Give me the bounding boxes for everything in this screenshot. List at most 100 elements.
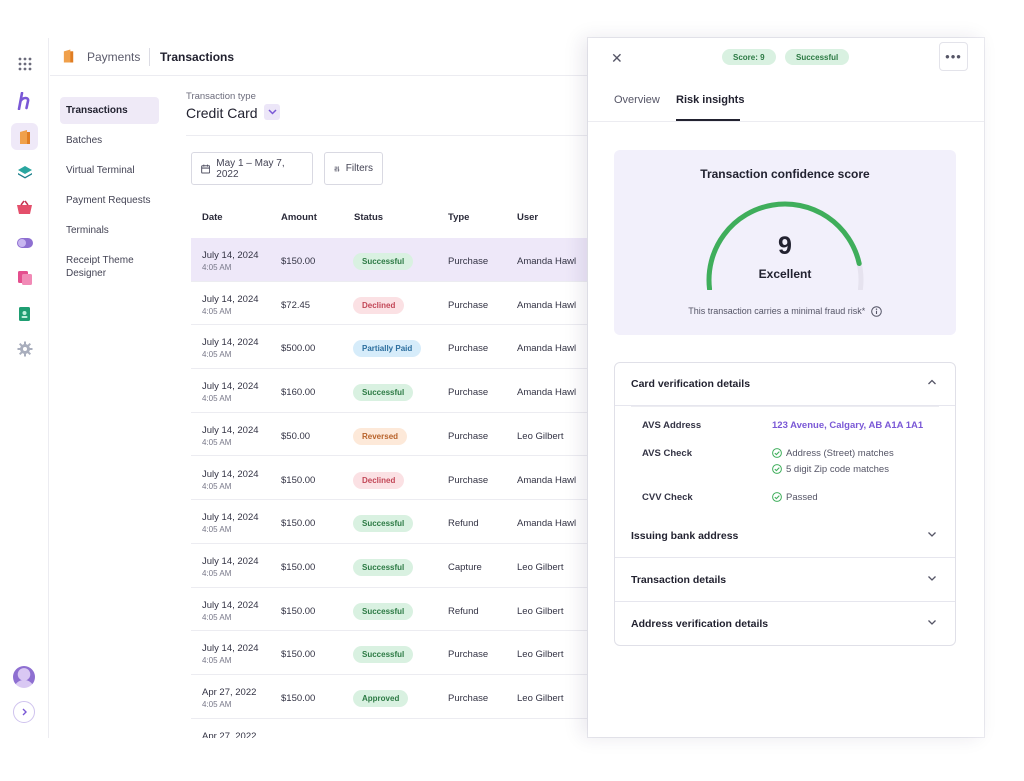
cell-user: Amanda Hawl [517, 299, 577, 311]
subnav-item-receipt-theme-designer[interactable]: Receipt Theme Designer [60, 247, 159, 287]
subnav-item-payment-requests[interactable]: Payment Requests [60, 187, 159, 214]
cell-type: Purchase [448, 474, 489, 486]
table-row[interactable]: July 14, 2024 4:05 AM $150.00 Successful Cap… [191, 544, 587, 588]
basket-icon[interactable] [11, 194, 38, 221]
avs-address-value[interactable]: 123 Avenue, Calgary, AB A1A 1A1 [772, 420, 923, 431]
transaction-type-label: Transaction type [186, 91, 256, 102]
table-row[interactable]: July 14, 2024 4:05 AM $150.00 Successful Ref… [191, 500, 587, 544]
transaction-type-value[interactable]: Credit Card [186, 105, 258, 121]
table-row[interactable]: Apr 27, 2022 [191, 719, 587, 738]
accordion-issuing-bank-address[interactable]: Issuing bank address [615, 515, 955, 558]
accordion-card-verification[interactable]: Card verification details [615, 363, 955, 406]
expand-sidebar-button[interactable] [13, 701, 35, 723]
cell-date: July 14, 2024 4:05 AM [202, 381, 259, 405]
table-row[interactable]: July 14, 2024 4:05 AM $150.00 Successful Ref… [191, 588, 587, 632]
payments-icon [62, 48, 75, 69]
tab-risk-insights[interactable]: Risk insights [676, 94, 744, 106]
cell-date-time: 4:05 AM [202, 612, 232, 622]
table-row[interactable]: July 14, 2024 4:05 AM $160.00 Successful Pur… [191, 369, 587, 413]
table-row[interactable]: July 14, 2024 4:05 AM $500.00 Partially Pai… [191, 325, 587, 370]
divider [631, 406, 939, 407]
cell-amount: $150.00 [281, 693, 316, 704]
avatar[interactable] [13, 666, 35, 688]
cell-type: Purchase [448, 256, 489, 267]
cell-date-time: 4:05 AM [202, 525, 232, 535]
cell-user: Amanda Hawl [517, 387, 577, 399]
cell-date: July 14, 2024 4:05 AM [202, 556, 259, 580]
toggle-icon[interactable] [11, 229, 38, 256]
transaction-type-dropdown[interactable] [264, 104, 280, 120]
table-row[interactable]: July 14, 2024 4:05 AM $50.00 Reversed Purcha… [191, 413, 587, 457]
payments-icon[interactable] [11, 123, 38, 150]
table-row[interactable]: Apr 27, 2022 4:05 AM $150.00 Approved Purcha… [191, 675, 587, 719]
cell-date: July 14, 2024 4:05 AM [202, 337, 259, 361]
cell-type: Purchase [448, 387, 489, 399]
table-row[interactable]: July 14, 2024 4:05 AM $72.45 Declined Purcha… [191, 282, 587, 326]
subnav-item-batches[interactable]: Batches [60, 127, 159, 154]
cell-amount: $160.00 [281, 387, 316, 399]
status-badge: Partially Paid [353, 340, 422, 358]
cell-type: Purchase [448, 430, 489, 442]
cell-amount: $150.00 [281, 518, 316, 530]
avs-address-label: AVS Address [642, 420, 702, 431]
cell-type: Refund [448, 518, 479, 530]
chevron-down-icon [928, 532, 936, 537]
table-row[interactable]: July 14, 2024 4:05 AM $150.00 Declined Purch… [191, 457, 587, 501]
accordion-title: Transaction details [631, 574, 727, 586]
info-icon[interactable] [870, 306, 882, 317]
more-options-button[interactable]: ••• [939, 42, 968, 71]
column-header-type[interactable]: Type [448, 212, 469, 223]
apps-grid-icon[interactable] [11, 50, 38, 77]
badge-icon[interactable] [11, 300, 38, 327]
breadcrumb-payments[interactable]: Payments [87, 50, 140, 64]
score-note: This transaction carries a minimal fraud… [614, 306, 956, 317]
chevron-up-icon [928, 379, 936, 385]
chevron-down-icon [267, 109, 277, 115]
subnav-item-virtual-terminal[interactable]: Virtual Terminal [60, 157, 159, 184]
avs-check-street-text: Address (Street) matches [786, 448, 894, 459]
cell-amount: $500.00 [281, 343, 316, 355]
subnav-item-terminals[interactable]: Terminals [60, 217, 159, 244]
stack-icon[interactable] [11, 264, 38, 291]
score-rating: Excellent [758, 267, 812, 281]
column-header-user[interactable]: User [517, 212, 538, 223]
cell-date-time: 4:05 AM [202, 437, 232, 447]
column-header-status[interactable]: Status [354, 212, 383, 223]
cell-amount: $150.00 [281, 649, 316, 661]
gear-icon[interactable] [11, 335, 38, 362]
accordion-transaction-details[interactable]: Transaction details [615, 559, 955, 602]
cvv-check-label: CVV Check [642, 492, 693, 503]
cell-user: Amanda Hawl [517, 474, 577, 486]
subnav-item-transactions[interactable]: Transactions [60, 97, 159, 124]
cell-amount: $150.00 [281, 474, 316, 486]
status-badge: Successful [353, 646, 414, 664]
column-header-amount[interactable]: Amount [281, 212, 317, 223]
cell-type: Capture [448, 561, 482, 573]
accordion-title: Issuing bank address [631, 530, 739, 542]
cell-date-day: July 14, 2024 [202, 555, 259, 567]
cell-date-day: Apr 27, 2022 [202, 687, 257, 698]
cell-date-time: 4:05 AM [202, 481, 232, 491]
status-badge: Successful [353, 515, 414, 533]
cell-date-day: July 14, 2024 [202, 337, 259, 349]
close-icon[interactable]: ✕ [611, 50, 623, 67]
date-range-button[interactable]: May 1 – May 7, 2022 [191, 152, 313, 185]
filters-button[interactable]: Filters [324, 152, 383, 185]
filters-label: Filters [345, 163, 373, 174]
avs-check-zip: 5 digit Zip code matches [772, 464, 889, 475]
cell-type: Purchase [448, 649, 489, 661]
brand-logo-icon[interactable] [11, 87, 38, 114]
table-row[interactable]: July 14, 2024 4:05 AM $150.00 Successful Pur… [191, 631, 587, 675]
cell-date: July 14, 2024 4:05 AM [202, 250, 259, 274]
column-header-date[interactable]: Date [202, 212, 223, 223]
table-row[interactable]: July 14, 2024 4:05 AM $150.00 Successful Pur… [191, 238, 587, 282]
status-badge: Declined [353, 471, 405, 489]
status-badge: Successful [353, 558, 414, 576]
accordion-address-verification-details[interactable]: Address verification details [615, 603, 955, 646]
check-circle-icon [772, 492, 782, 502]
tab-overview[interactable]: Overview [614, 94, 660, 106]
tab-divider [588, 121, 984, 122]
cell-user: Amanda Hawl [517, 256, 577, 267]
layers-icon[interactable] [11, 158, 38, 185]
cell-date-time: 4:05 AM [202, 568, 232, 578]
